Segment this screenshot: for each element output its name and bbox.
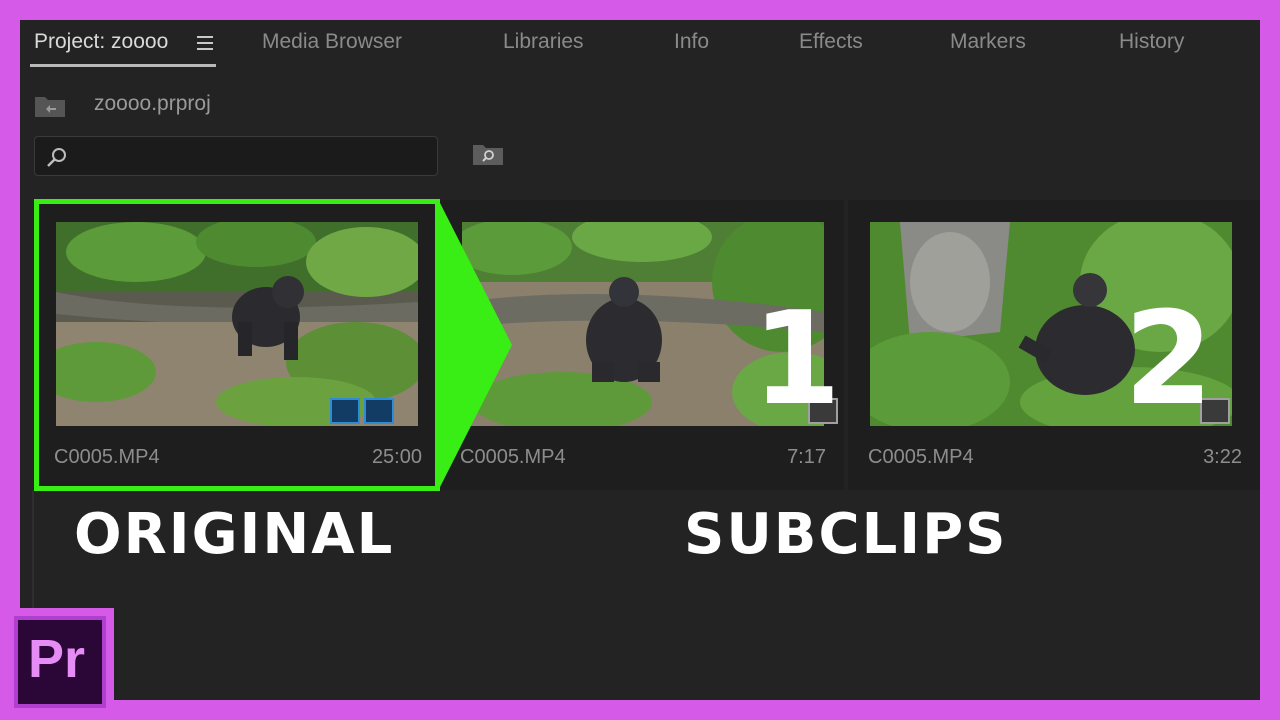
tab-media-browser[interactable]: Media Browser	[262, 30, 402, 54]
clip-duration: 3:22	[1203, 446, 1242, 468]
up-folder-icon[interactable]	[34, 94, 66, 118]
logo-text: Pr	[28, 629, 86, 689]
clip-name: C0005.MP4	[868, 446, 974, 468]
find-bin-icon[interactable]	[472, 142, 504, 166]
subclip-number: 1	[752, 285, 842, 434]
tab-info[interactable]: Info	[674, 30, 709, 54]
project-path: zoooo.prproj	[94, 92, 211, 115]
clip-tile-subclip-2[interactable]: 2 C0005.MP4 3:22	[848, 200, 1260, 490]
search-icon	[47, 148, 66, 167]
video-badge-icon	[330, 398, 360, 424]
arrow-icon	[438, 199, 512, 491]
panel-menu-icon[interactable]	[197, 36, 213, 50]
caption-subclips: SUBCLIPS	[684, 502, 1008, 567]
premiere-logo: Pr	[6, 608, 114, 716]
project-panel: Project: zoooo Media Browser Libraries I…	[20, 20, 1260, 700]
clip-thumbnail	[56, 222, 418, 426]
tab-history[interactable]: History	[1119, 30, 1184, 54]
active-tab-indicator	[30, 64, 216, 67]
clip-tile-original[interactable]: C0005.MP4 25:00	[34, 200, 440, 490]
subclip-number: 2	[1124, 285, 1214, 434]
panel-tab-bar: Project: zoooo Media Browser Libraries I…	[20, 20, 1260, 70]
tab-libraries[interactable]: Libraries	[503, 30, 584, 54]
search-input[interactable]	[34, 136, 438, 176]
audio-badge-icon	[364, 398, 394, 424]
tab-effects[interactable]: Effects	[799, 30, 863, 54]
tab-markers[interactable]: Markers	[950, 30, 1026, 54]
tab-project[interactable]: Project: zoooo	[34, 30, 168, 54]
clip-name: C0005.MP4	[54, 446, 160, 468]
clip-duration: 25:00	[371, 446, 422, 468]
caption-original: ORIGINAL	[74, 502, 395, 567]
clip-duration: 7:17	[787, 446, 826, 468]
